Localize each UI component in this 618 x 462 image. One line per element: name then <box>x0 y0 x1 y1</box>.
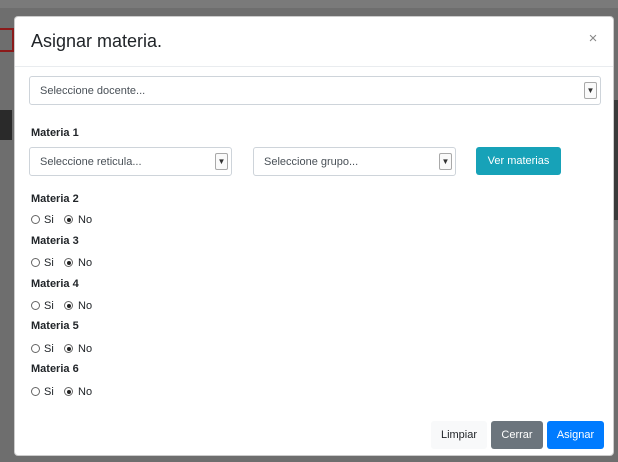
radio-no[interactable] <box>64 344 73 353</box>
radio-si-label: Si <box>44 300 54 312</box>
radio-no[interactable] <box>64 301 73 310</box>
docente-select[interactable]: Seleccione docente... ▼ <box>29 76 601 105</box>
ver-materias-button[interactable]: Ver materias <box>476 147 561 175</box>
radio-si-label: Si <box>44 386 54 398</box>
backdrop-logo-fragment <box>0 28 14 52</box>
radio-no-label: No <box>78 300 93 312</box>
reticula-select-value: Seleccione reticula... <box>40 156 142 168</box>
materia-4-label: Materia 4 <box>31 278 79 290</box>
radio-si[interactable] <box>31 344 40 353</box>
materia-3-radio-group: Si No <box>31 257 131 271</box>
radio-no-label: No <box>78 386 93 398</box>
grupo-select[interactable]: Seleccione grupo... ▼ <box>253 147 456 176</box>
cerrar-button[interactable]: Cerrar <box>491 421 543 449</box>
chevron-down-icon: ▼ <box>215 153 228 170</box>
radio-si[interactable] <box>31 258 40 267</box>
materia-2-label: Materia 2 <box>31 193 79 205</box>
radio-no[interactable] <box>64 215 73 224</box>
materia-6-label: Materia 6 <box>31 363 79 375</box>
modal-title: Asignar materia. <box>31 31 163 51</box>
backdrop-fragment <box>0 110 12 140</box>
docente-select-value: Seleccione docente... <box>40 85 146 97</box>
radio-no-label: No <box>78 343 93 355</box>
assign-subject-modal: Asignar materia. × Seleccione docente...… <box>14 16 614 456</box>
materia-2-radio-group: Si No <box>31 214 131 228</box>
radio-si-label: Si <box>44 257 54 269</box>
grupo-select-value: Seleccione grupo... <box>264 156 359 168</box>
modal-header: Asignar materia. × <box>15 17 613 67</box>
chevron-down-icon: ▼ <box>584 82 597 99</box>
materia-4-radio-group: Si No <box>31 300 131 314</box>
radio-si[interactable] <box>31 215 40 224</box>
materia-5-radio-group: Si No <box>31 343 131 357</box>
radio-no-label: No <box>78 257 93 269</box>
materia-1-label: Materia 1 <box>31 127 79 139</box>
radio-no[interactable] <box>64 387 73 396</box>
reticula-select[interactable]: Seleccione reticula... ▼ <box>29 147 232 176</box>
limpiar-button[interactable]: Limpiar <box>431 421 487 449</box>
backdrop-page <box>0 0 618 8</box>
radio-si[interactable] <box>31 301 40 310</box>
close-icon[interactable]: × <box>585 31 601 47</box>
radio-no[interactable] <box>64 258 73 267</box>
radio-no-label: No <box>78 214 93 226</box>
asignar-button[interactable]: Asignar <box>547 421 604 449</box>
materia-5-label: Materia 5 <box>31 320 79 332</box>
radio-si-label: Si <box>44 343 54 355</box>
materia-6-radio-group: Si No <box>31 386 131 400</box>
radio-si[interactable] <box>31 387 40 396</box>
chevron-down-icon: ▼ <box>439 153 452 170</box>
materia-3-label: Materia 3 <box>31 235 79 247</box>
radio-si-label: Si <box>44 214 54 226</box>
